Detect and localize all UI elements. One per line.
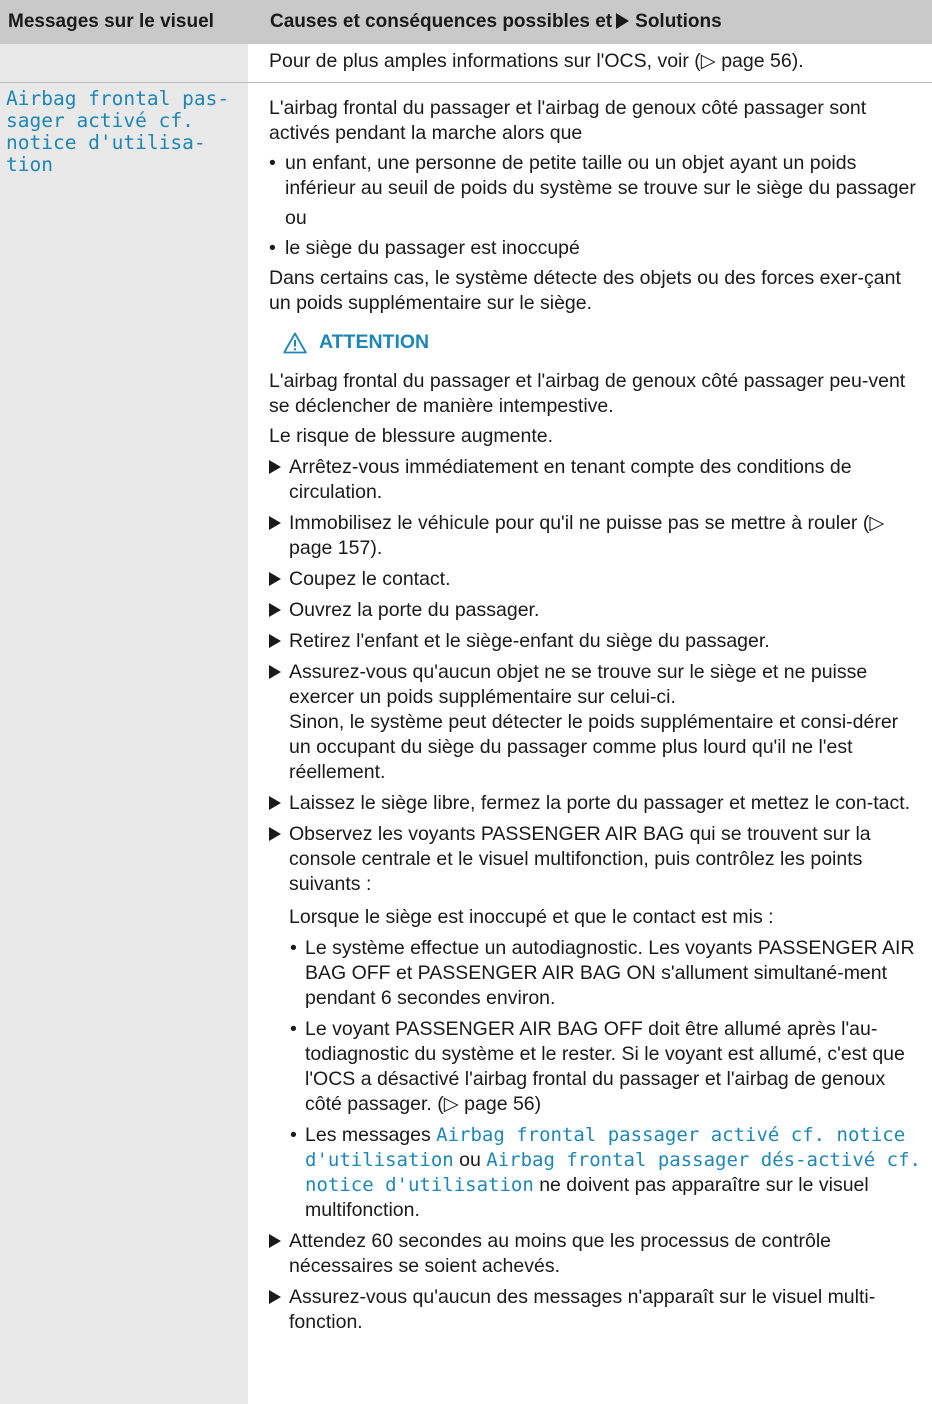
step-check-seat: Assurez-vous qu'aucun objet ne se trouve…: [269, 660, 921, 785]
step-observe-lamps: Observez les voyants PASSENGER AIR BAG q…: [269, 822, 921, 897]
condition-bullet-1: un enfant, une personne de petite taille…: [269, 151, 921, 201]
solution-arrow-icon: [616, 13, 630, 29]
check-off-lamp: Le voyant PASSENGER AIR BAG OFF doit êtr…: [269, 1017, 921, 1117]
warning-text: L'airbag frontal du passager et l'airbag…: [269, 370, 906, 417]
step-immobilize: Immobilisez le véhicule pour qu'il ne pu…: [269, 511, 921, 561]
step-stop: Arrêtez-vous immédiatement en tenant com…: [269, 455, 921, 505]
check-messages: Les messages Airbag frontal passager act…: [269, 1123, 921, 1223]
step-check-seat-text: Assurez-vous qu'aucun objet ne se trouve…: [289, 661, 868, 708]
step-close-door: Laissez le siège libre, fermez la porte …: [269, 791, 921, 816]
table-header: Messages sur le visuel Causes et conséqu…: [0, 0, 932, 44]
ocs-reference: Pour de plus amples informations sur l'O…: [269, 50, 804, 72]
header-causes: Causes et conséquences possibles et Solut…: [248, 0, 932, 44]
warning-triangle-icon: [283, 332, 307, 353]
solution-column: Pour de plus amples informations sur l'O…: [269, 44, 921, 1335]
step-wait: Attendez 60 secondes au moins que les pr…: [269, 1229, 921, 1279]
warning-risk: Le risque de blessure augmente.: [269, 425, 554, 447]
condition-or: ou: [285, 207, 307, 229]
check-messages-pre: Les messages: [305, 1124, 431, 1146]
step-check-seat-note: Sinon, le système peut détecter le poids…: [289, 711, 899, 783]
detection-text: Dans certains cas, le système détecte de…: [269, 267, 901, 314]
intro-text: L'airbag frontal du passager et l'airbag…: [269, 97, 867, 144]
warning-label: ATTENTION: [319, 331, 430, 353]
header-causes-text: Causes et conséquences possibles et: [270, 11, 613, 32]
step-open-door: Ouvrez la porte du passager.: [269, 598, 921, 623]
warning-heading: ATTENTION: [269, 330, 921, 355]
check-intro: Lorsque le siège est inoccupé et que le …: [289, 906, 774, 928]
step-ignition-off: Coupez le contact.: [269, 567, 921, 592]
step-verify-messages: Assurez-vous qu'aucun des messages n'app…: [269, 1285, 921, 1335]
condition-bullet-2: le siège du passager est inoccupé: [269, 236, 921, 261]
step-remove-child: Retirez l'enfant et le siège-enfant du s…: [269, 629, 921, 654]
manual-page: Messages sur le visuel Causes et conséqu…: [0, 0, 932, 1404]
check-messages-or: ou: [459, 1149, 481, 1171]
header-solutions-text: Solutions: [635, 11, 722, 32]
header-messages: Messages sur le visuel: [8, 11, 214, 32]
message-column: [0, 44, 248, 1404]
check-self-test: Le système effectue un autodiagnostic. L…: [269, 936, 921, 1011]
message-title: Airbag frontal pas- sager activé cf. not…: [6, 87, 230, 176]
